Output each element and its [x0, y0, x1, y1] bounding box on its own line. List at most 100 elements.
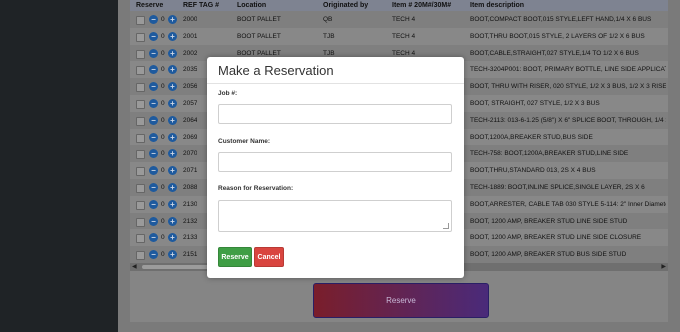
reserve-quantity: 0 [161, 49, 165, 57]
cell-loc: BOOT PALLET [237, 16, 281, 23]
reason-label: Reason for Reservation: [218, 185, 294, 192]
modal-reserve-button[interactable]: Reserve [218, 247, 252, 267]
plus-icon[interactable]: + [168, 65, 177, 75]
reserve-quantity: 0 [161, 133, 165, 141]
cell-desc: BOOT,ARRESTER, CABLE TAB 030 STYLE 5-114… [470, 200, 666, 208]
minus-icon[interactable]: − [149, 132, 158, 142]
minus-icon[interactable]: − [149, 82, 158, 92]
modal-divider [207, 83, 464, 84]
minus-icon[interactable]: − [149, 65, 158, 75]
plus-icon[interactable]: + [168, 183, 177, 192]
cell-ref: 2133 [183, 234, 198, 242]
scroll-right-icon[interactable]: ▶ [661, 263, 666, 270]
header-item-number[interactable]: Item # 20M#/30M# [392, 2, 451, 9]
header-reserve[interactable]: Reserve [136, 2, 163, 9]
row-checkbox[interactable] [136, 150, 145, 160]
reason-textarea[interactable] [218, 200, 452, 232]
row-checkbox[interactable] [136, 184, 145, 193]
cell-ref: 2069 [183, 133, 198, 141]
reserve-quantity: 0 [161, 66, 165, 74]
reserve-quantity: 0 [161, 116, 165, 124]
cell-desc: TECH-3204P001: BOOT, PRIMARY BOTTLE, LIN… [470, 66, 666, 74]
plus-icon[interactable]: + [168, 149, 177, 159]
minus-icon[interactable]: − [149, 115, 158, 125]
cell-desc: BOOT,THRU,STANDARD 013, 2S X 4 BUS [470, 167, 596, 175]
row-checkbox[interactable] [136, 116, 145, 126]
job-number-input[interactable] [218, 104, 452, 124]
row-checkbox[interactable] [136, 100, 145, 109]
table-row: −0 +2000 BOOT PALLET QB TECH 4 BOOT,COMPACT B… [130, 11, 668, 28]
cell-item: TECH 4 [392, 16, 416, 23]
cell-ref: 2002 [183, 49, 198, 57]
minus-icon[interactable]: − [149, 166, 158, 176]
row-checkbox[interactable] [136, 200, 145, 210]
cell-desc: BOOT, 1200 AMP, BREAKER STUD BUS SIDE ST… [470, 251, 627, 259]
row-checkbox[interactable] [136, 251, 145, 261]
reserve-quantity: 0 [161, 100, 165, 107]
row-checkbox[interactable] [136, 217, 145, 227]
cell-ref: 2057 [183, 100, 198, 107]
plus-icon[interactable]: + [168, 99, 177, 108]
plus-icon[interactable]: + [168, 216, 177, 226]
cell-desc: BOOT, 1200 AMP, BREAKER STUD LINE SIDE C… [470, 234, 642, 242]
plus-icon[interactable]: + [168, 132, 177, 142]
plus-icon[interactable]: + [168, 15, 177, 24]
plus-icon[interactable]: + [168, 115, 177, 125]
modal-cancel-button[interactable]: Cancel [254, 247, 284, 267]
reserve-quantity: 0 [161, 251, 165, 259]
minus-icon[interactable]: − [149, 48, 158, 58]
row-checkbox[interactable] [136, 234, 145, 244]
row-checkbox[interactable] [136, 49, 145, 59]
cell-desc: TECH-1889: BOOT,INLINE SPLICE,SINGLE LAY… [470, 184, 645, 191]
cell-ref: 2056 [183, 83, 198, 91]
cell-desc: BOOT,COMPACT BOOT,015 STYLE,LEFT HAND,1/… [470, 16, 652, 23]
plus-icon[interactable]: + [168, 166, 177, 176]
row-checkbox[interactable] [136, 66, 145, 76]
cell-desc: BOOT, THRU WITH RISER, 020 STYLE, 1/2 X … [470, 83, 666, 91]
minus-icon[interactable]: − [149, 149, 158, 159]
cell-orig: TJB [323, 32, 335, 40]
cell-desc: BOOT,1200A,BREAKER STUD,BUS SIDE [470, 133, 593, 141]
plus-icon[interactable]: + [168, 31, 177, 41]
minus-icon[interactable]: − [149, 15, 158, 24]
app-sidebar [0, 0, 118, 332]
row-checkbox[interactable] [136, 133, 145, 143]
cell-item: TECH 4 [392, 32, 416, 40]
cell-ref: 2088 [183, 184, 198, 191]
minus-icon[interactable]: − [149, 199, 158, 209]
table-header: Reserve REF TAG # Location Originated by… [130, 0, 668, 11]
plus-icon[interactable]: + [168, 250, 177, 260]
header-ref-tag[interactable]: REF TAG # [183, 2, 219, 9]
row-checkbox[interactable] [136, 167, 145, 177]
minus-icon[interactable]: − [149, 233, 158, 243]
cell-ref: 2000 [183, 16, 198, 23]
minus-icon[interactable]: − [149, 216, 158, 226]
header-item-description[interactable]: Item description [470, 2, 524, 9]
header-originated-by[interactable]: Originated by [323, 2, 368, 9]
minus-icon[interactable]: − [149, 99, 158, 108]
row-checkbox[interactable] [136, 16, 145, 25]
reserve-quantity: 0 [161, 200, 165, 208]
minus-icon[interactable]: − [149, 183, 158, 192]
reserve-submit-button[interactable]: Reserve [313, 283, 489, 318]
row-checkbox[interactable] [136, 32, 145, 42]
minus-icon[interactable]: − [149, 250, 158, 260]
cell-desc: BOOT, STRAIGHT, 027 STYLE, 1/2 X 3 BUS [470, 100, 600, 107]
customer-name-input[interactable] [218, 152, 452, 172]
cell-ref: 2001 [183, 32, 198, 40]
resize-grip-icon[interactable] [443, 223, 449, 229]
table-row: −0 +2001 BOOT PALLET TJB TECH 4 BOOT,THRU BOO… [130, 27, 668, 45]
row-checkbox[interactable] [136, 83, 145, 93]
cell-loc: BOOT PALLET [237, 32, 281, 40]
header-location[interactable]: Location [237, 2, 266, 9]
plus-icon[interactable]: + [168, 48, 177, 58]
job-label: Job #: [218, 90, 238, 97]
cell-orig: TJB [323, 49, 335, 57]
plus-icon[interactable]: + [168, 199, 177, 209]
plus-icon[interactable]: + [168, 82, 177, 92]
scroll-left-icon[interactable]: ◀ [132, 263, 137, 270]
minus-icon[interactable]: − [149, 31, 158, 41]
plus-icon[interactable]: + [168, 233, 177, 243]
cell-desc: BOOT,CABLE,STRAIGHT,027 STYLE,1/4 TO 1/2… [470, 49, 639, 57]
cell-ref: 2132 [183, 217, 198, 225]
